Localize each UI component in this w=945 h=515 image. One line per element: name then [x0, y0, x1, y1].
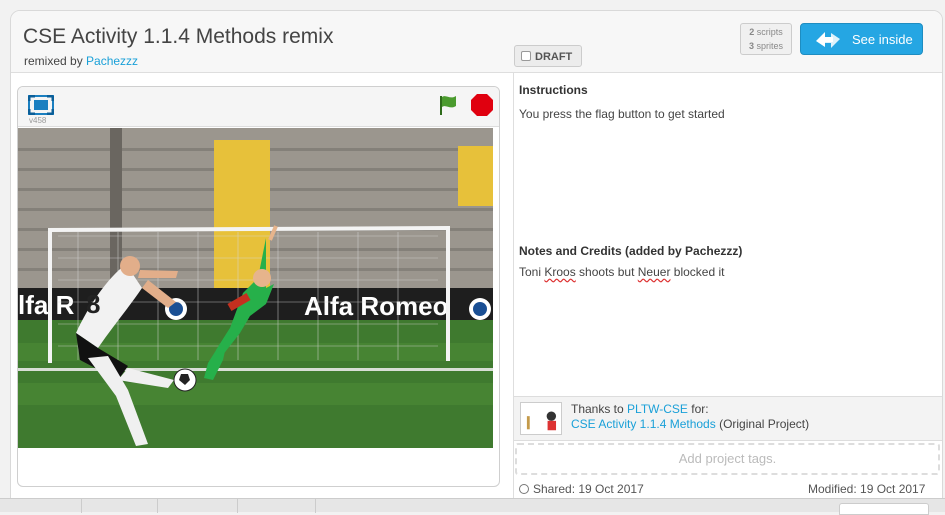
- draft-checkbox-icon: [521, 51, 531, 61]
- column-divider: [513, 73, 514, 511]
- project-player: v458 lfa R Alfa Romeo 8: [17, 86, 500, 487]
- original-project-suffix: (Original Project): [715, 417, 810, 431]
- notes-word-neuer: Neuer: [637, 265, 671, 279]
- remixed-by-label: remixed by: [24, 54, 83, 68]
- project-tags-input[interactable]: Add project tags.: [515, 443, 940, 475]
- see-inside-button[interactable]: See inside: [800, 23, 923, 55]
- original-author-link[interactable]: PLTW-CSE: [627, 402, 688, 416]
- see-inside-icon: [816, 32, 840, 48]
- notes-heading: Notes and Credits (added by Pachezzz): [519, 244, 743, 258]
- scripts-count: 2: [749, 27, 755, 37]
- original-project-thumbnail[interactable]: [520, 402, 562, 435]
- draft-toggle[interactable]: DRAFT: [514, 45, 582, 67]
- shared-date: Shared: 19 Oct 2017: [519, 482, 644, 496]
- settings-button[interactable]: [839, 503, 929, 515]
- remix-counter: [238, 499, 316, 513]
- remixed-by: remixed by Pachezzz: [24, 54, 138, 68]
- favorite-button[interactable]: [82, 499, 158, 513]
- shared-date-text: Shared: 19 Oct 2017: [533, 482, 644, 496]
- sprites-count: 3: [748, 41, 754, 51]
- banner-text-right: Alfa Romeo: [304, 291, 448, 321]
- fullscreen-icon[interactable]: [28, 95, 54, 115]
- notes-text[interactable]: Toni Kroos shoots but Neuer blocked it: [519, 265, 724, 279]
- jersey-number: 8: [86, 289, 100, 319]
- thanks-for: for:: [687, 402, 709, 416]
- instructions-heading: Instructions: [519, 83, 588, 97]
- stop-sign-icon[interactable]: [470, 93, 494, 117]
- project-page: CSE Activity 1.1.4 Methods remix remixed…: [10, 10, 943, 512]
- green-flag-icon[interactable]: [436, 93, 460, 117]
- player-controls: v458: [18, 87, 499, 127]
- banner-text-left: lfa R: [18, 290, 75, 320]
- remixer-link[interactable]: Pachezzz: [86, 54, 138, 68]
- instructions-text[interactable]: You press the flag button to get started: [519, 107, 725, 121]
- draft-label: DRAFT: [535, 51, 573, 63]
- bottom-action-bar: [0, 498, 945, 513]
- project-stats: 2 scripts 3 sprites: [740, 23, 792, 55]
- thanks-prefix: Thanks to: [571, 402, 628, 416]
- remix-credits: Thanks to PLTW-CSE for: CSE Activity 1.1…: [514, 396, 942, 441]
- clock-icon: [519, 484, 529, 494]
- original-project-link[interactable]: CSE Activity 1.1.4 Methods: [571, 417, 716, 431]
- player-version: v458: [29, 116, 47, 125]
- notes-text-post: blocked it: [670, 265, 725, 279]
- see-inside-label: See inside: [852, 32, 913, 47]
- notes-word-kroos: Kroos: [544, 265, 576, 279]
- notes-text-mid: shoots but: [575, 265, 638, 279]
- project-header: CSE Activity 1.1.4 Methods remix remixed…: [11, 11, 942, 73]
- love-button[interactable]: [10, 499, 82, 513]
- stage-canvas[interactable]: lfa R Alfa Romeo 8: [18, 128, 493, 448]
- views-counter: [158, 499, 238, 513]
- credit-text: Thanks to PLTW-CSE for: CSE Activity 1.1…: [571, 402, 809, 432]
- modified-date: Modified: 19 Oct 2017: [808, 482, 926, 496]
- project-title[interactable]: CSE Activity 1.1.4 Methods remix: [23, 25, 333, 49]
- scripts-label: scripts: [756, 27, 783, 37]
- sprites-label: sprites: [756, 41, 784, 51]
- notes-text-pre: Toni: [519, 265, 545, 279]
